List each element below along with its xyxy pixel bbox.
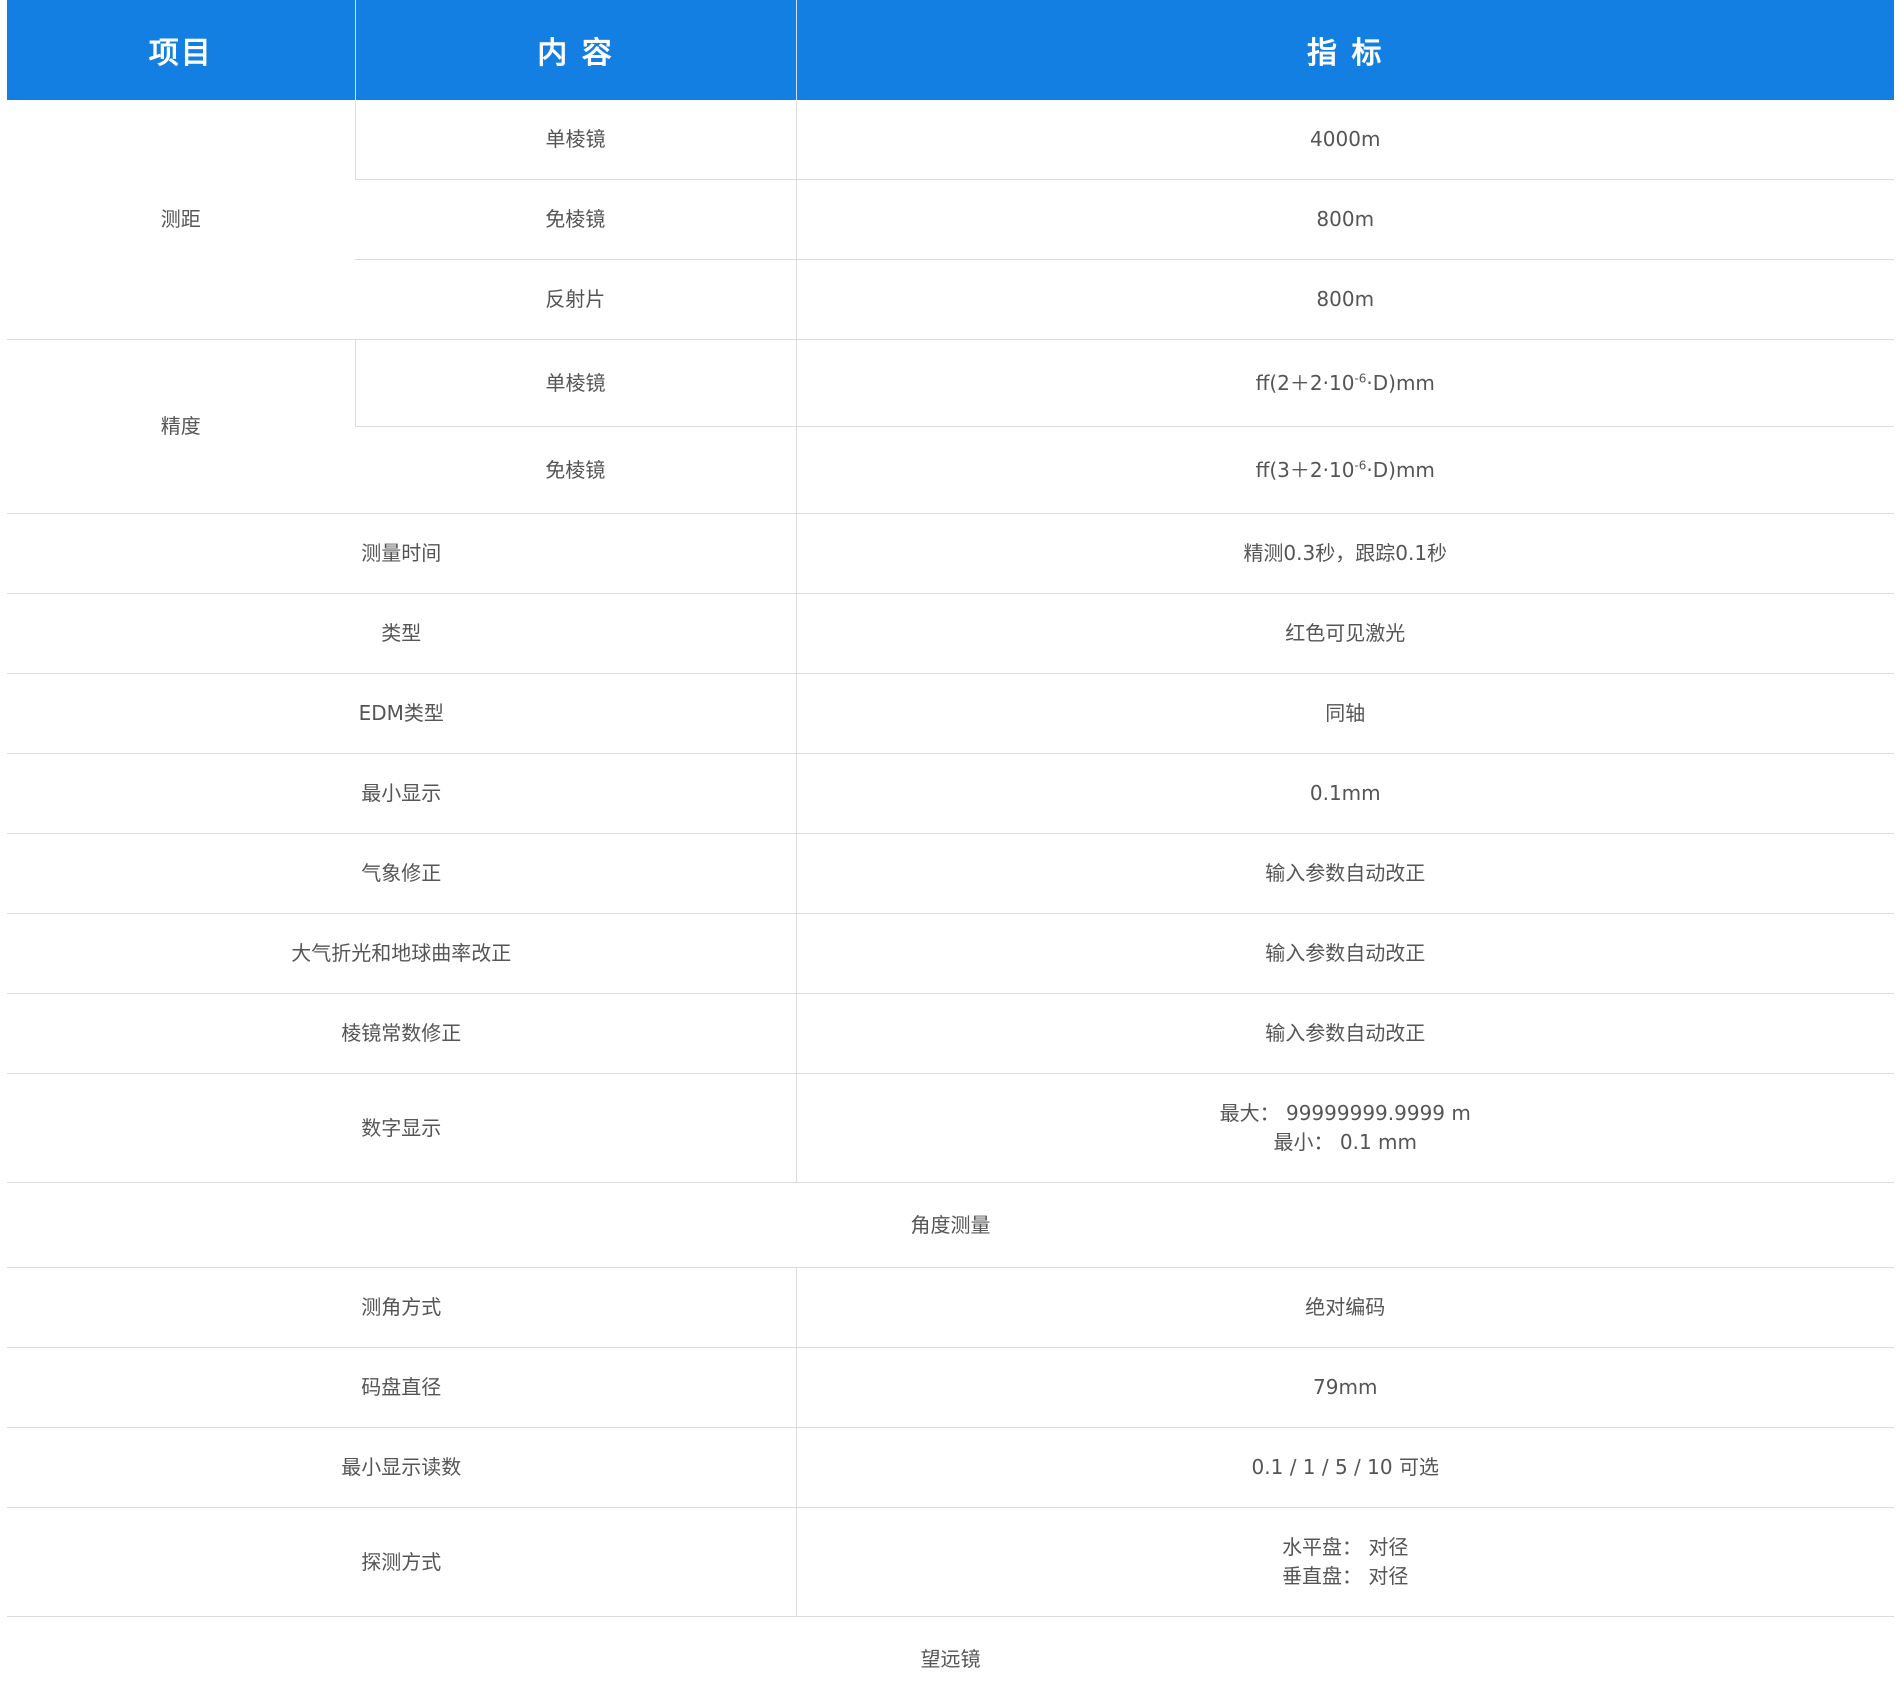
row-label: 气象修正 [7,834,796,914]
table-row: 测角方式 绝对编码 [7,1268,1894,1348]
value-exponent: -6 [1354,458,1366,472]
spec-table: 项目 内 容 指 标 测距 单棱镜 4000m 免棱镜 800m 反射片 800… [7,0,1894,1701]
row-label: 测角方式 [7,1268,796,1348]
value-cell: 4000m [796,100,1894,180]
value-line: 最小： 0.1 mm [797,1128,1895,1157]
table-row: EDM类型 同轴 [7,674,1894,754]
value-exponent: -6 [1354,371,1366,385]
value-cell: 输入参数自动改正 [796,914,1894,994]
value-cell: 同轴 [796,674,1894,754]
table-row: 气象修正 输入参数自动改正 [7,834,1894,914]
table-row: 精度 单棱镜 ﬀ(2＋2·10-6·D)mm [7,340,1894,427]
section-title-angle: 角度测量 [7,1183,1894,1268]
value-cell: 输入参数自动改正 [796,994,1894,1074]
value-line: 水平盘： 对径 [797,1533,1895,1562]
value-part: ﬀ(3＋2·10 [1256,458,1355,482]
value-cell: 0.1 / 1 / 5 / 10 可选 [796,1428,1894,1508]
value-line: 最大： 99999999.9999 m [797,1099,1895,1128]
row-label: 探测方式 [7,1508,796,1617]
value-part: ·D)mm [1366,458,1435,482]
table-row: 测量时间 精测0.3秒，跟踪0.1秒 [7,514,1894,594]
content-cell: 反射片 [355,260,796,340]
content-cell: 免棱镜 [355,427,796,514]
table-row: 探测方式 水平盘： 对径 垂直盘： 对径 [7,1508,1894,1617]
header-content: 内 容 [355,0,796,100]
row-label: 测量时间 [7,514,796,594]
value-cell: ﬀ(3＋2·10-6·D)mm [796,427,1894,514]
row-label: 最小显示读数 [7,1428,796,1508]
value-cell: 绝对编码 [796,1268,1894,1348]
row-label: 棱镜常数修正 [7,994,796,1074]
group-label-accuracy: 精度 [7,340,355,514]
header-index: 指 标 [796,0,1894,100]
table-row: 数字显示 最大： 99999999.9999 m 最小： 0.1 mm [7,1074,1894,1183]
content-cell: 免棱镜 [355,180,796,260]
value-cell: 79mm [796,1348,1894,1428]
table-row: 棱镜常数修正 输入参数自动改正 [7,994,1894,1074]
value-part: ﬀ(2＋2·10 [1256,371,1355,395]
row-label: 类型 [7,594,796,674]
table-row: 码盘直径 79mm [7,1348,1894,1428]
header-item: 项目 [7,0,355,100]
value-line: 垂直盘： 对径 [797,1562,1895,1591]
section-title-telescope: 望远镜 [7,1617,1894,1701]
value-cell: ﬀ(2＋2·10-6·D)mm [796,340,1894,427]
value-cell: 水平盘： 对径 垂直盘： 对径 [796,1508,1894,1617]
value-cell: 精测0.3秒，跟踪0.1秒 [796,514,1894,594]
table-row: 大气折光和地球曲率改正 输入参数自动改正 [7,914,1894,994]
section-row: 角度测量 [7,1183,1894,1268]
row-label: 大气折光和地球曲率改正 [7,914,796,994]
value-part: ·D)mm [1366,371,1435,395]
row-label: EDM类型 [7,674,796,754]
group-label-ranging: 测距 [7,100,355,340]
table-row: 最小显示读数 0.1 / 1 / 5 / 10 可选 [7,1428,1894,1508]
value-cell: 红色可见激光 [796,594,1894,674]
content-cell: 单棱镜 [355,340,796,427]
section-row: 望远镜 [7,1617,1894,1701]
table-header-row: 项目 内 容 指 标 [7,0,1894,100]
value-cell: 0.1mm [796,754,1894,834]
value-cell: 最大： 99999999.9999 m 最小： 0.1 mm [796,1074,1894,1183]
row-label: 最小显示 [7,754,796,834]
table-row: 类型 红色可见激光 [7,594,1894,674]
table-row: 测距 单棱镜 4000m [7,100,1894,180]
value-cell: 800m [796,180,1894,260]
row-label: 码盘直径 [7,1348,796,1428]
table-row: 最小显示 0.1mm [7,754,1894,834]
row-label: 数字显示 [7,1074,796,1183]
value-cell: 输入参数自动改正 [796,834,1894,914]
value-cell: 800m [796,260,1894,340]
content-cell: 单棱镜 [355,100,796,180]
